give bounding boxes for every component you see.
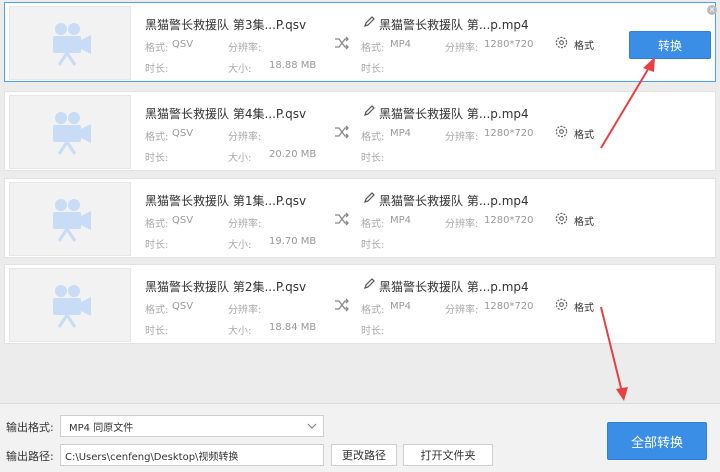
source-filename: 黑猫警长救援队 第1集...P.qsv: [145, 194, 307, 208]
output-format-value: MP4: [390, 128, 412, 139]
file-row[interactable]: 黑猫警长救援队 第2集...P.qsv 格式: QSV 分辨率: 时长: 大小: 18.84…: [4, 264, 716, 344]
gear-icon[interactable]: [554, 211, 569, 226]
gear-icon[interactable]: [554, 297, 569, 312]
source-duration-label: 时长:: [145, 64, 169, 75]
output-path-input[interactable]: [60, 444, 324, 466]
video-thumbnail: [9, 95, 131, 169]
source-duration-label: 时长:: [145, 153, 169, 164]
source-filename: 黑猫警长救援队 第4集...P.qsv: [145, 107, 307, 121]
source-resolution-label: 分辨率:: [228, 132, 262, 143]
settings-label[interactable]: 格式: [574, 126, 594, 141]
source-size-label: 大小:: [228, 64, 252, 75]
source-format-value: QSV: [172, 128, 194, 139]
pencil-icon[interactable]: [363, 104, 376, 117]
output-format-select[interactable]: MP4 同原文件: [60, 415, 324, 437]
settings-label[interactable]: 格式: [574, 37, 594, 52]
settings-label[interactable]: 格式: [574, 299, 594, 314]
output-filename[interactable]: 黑猫警长救援队 第...p.mp4: [379, 278, 529, 295]
output-path-label: 输出路径:: [6, 450, 54, 463]
output-resolution-label: 分辨率:: [445, 219, 479, 230]
shuffle-icon: [335, 125, 349, 139]
shuffle-icon: [335, 298, 349, 312]
output-resolution-value: 1280*720: [484, 301, 534, 312]
pencil-icon[interactable]: [363, 15, 376, 28]
source-resolution-label: 分辨率:: [228, 43, 262, 54]
shuffle-icon: [335, 36, 349, 50]
source-size-value: 19.70 MB: [269, 236, 317, 247]
video-thumbnail: [9, 268, 131, 342]
output-format-label: 格式:: [361, 43, 385, 54]
output-resolution-value: 1280*720: [484, 128, 534, 139]
settings-label[interactable]: 格式: [574, 213, 594, 228]
open-folder-button[interactable]: 打开文件夹: [403, 444, 493, 466]
output-format-label: 输出格式:: [6, 421, 54, 434]
gear-icon[interactable]: [554, 35, 569, 50]
output-duration-label: 时长:: [361, 64, 385, 75]
output-duration-label: 时长:: [361, 153, 385, 164]
source-format-value: QSV: [172, 301, 194, 312]
output-format-value: MP4: [390, 301, 412, 312]
video-camera-icon: [53, 199, 91, 242]
output-format-value: MP4: [390, 39, 412, 50]
file-row[interactable]: 黑猫警长救援队 第4集...P.qsv 格式: QSV 分辨率: 时长: 大小: 20.20…: [4, 91, 716, 171]
output-format-value: MP4 同原文件: [69, 422, 134, 434]
file-row[interactable]: 黑猫警长救援队 第3集...P.qsv 格式: QSV 分辨率: 时长: 大小: 18.88…: [4, 2, 717, 82]
source-size-value: 18.84 MB: [269, 322, 317, 333]
file-row[interactable]: 黑猫警长救援队 第1集...P.qsv 格式: QSV 分辨率: 时长: 大小: 19.70…: [4, 178, 716, 258]
source-filename: 黑猫警长救援队 第2集...P.qsv: [145, 280, 307, 294]
source-size-label: 大小:: [228, 153, 252, 164]
source-size-value: 18.88 MB: [269, 60, 317, 71]
video-thumbnail: [9, 182, 131, 256]
pencil-icon[interactable]: [363, 191, 376, 204]
output-duration-label: 时长:: [361, 326, 385, 337]
change-path-button[interactable]: 更改路径: [331, 444, 397, 466]
output-resolution-label: 分辨率:: [445, 132, 479, 143]
source-duration-label: 时长:: [145, 240, 169, 251]
output-duration-label: 时长:: [361, 240, 385, 251]
source-format-label: 格式:: [145, 43, 169, 54]
convert-all-button[interactable]: 全部转换: [607, 422, 707, 460]
source-duration-label: 时长:: [145, 326, 169, 337]
source-format-value: QSV: [172, 215, 194, 226]
output-resolution-value: 1280*720: [484, 39, 534, 50]
video-camera-icon: [53, 112, 91, 155]
output-format-value: MP4: [390, 215, 412, 226]
output-filename[interactable]: 黑猫警长救援队 第...p.mp4: [379, 16, 529, 33]
output-format-label: 格式:: [361, 305, 385, 316]
video-thumbnail: [9, 6, 131, 80]
source-format-label: 格式:: [145, 305, 169, 316]
gear-icon[interactable]: [554, 124, 569, 139]
bottom-bar: 输出格式: MP4 同原文件 输出路径: 更改路径 打开文件夹 全部转换: [0, 403, 720, 472]
source-resolution-label: 分辨率:: [228, 219, 262, 230]
pencil-icon[interactable]: [363, 277, 376, 290]
video-camera-icon: [53, 23, 91, 66]
source-format-label: 格式:: [145, 219, 169, 230]
source-format-value: QSV: [172, 39, 194, 50]
source-size-value: 20.20 MB: [269, 149, 317, 160]
convert-button[interactable]: 转换: [629, 31, 711, 59]
output-format-label: 格式:: [361, 132, 385, 143]
output-resolution-label: 分辨率:: [445, 305, 479, 316]
source-size-label: 大小:: [228, 240, 252, 251]
output-filename[interactable]: 黑猫警长救援队 第...p.mp4: [379, 192, 529, 209]
video-camera-icon: [53, 285, 91, 328]
output-resolution-value: 1280*720: [484, 215, 534, 226]
annotation-arrow-head: [616, 387, 628, 401]
chevron-down-icon: [307, 423, 317, 429]
source-resolution-label: 分辨率:: [228, 305, 262, 316]
source-filename: 黑猫警长救援队 第3集...P.qsv: [145, 18, 307, 32]
source-size-label: 大小:: [228, 326, 252, 337]
output-filename[interactable]: 黑猫警长救援队 第...p.mp4: [379, 105, 529, 122]
source-format-label: 格式:: [145, 132, 169, 143]
output-format-label: 格式:: [361, 219, 385, 230]
shuffle-icon: [335, 212, 349, 226]
close-icon[interactable]: ×: [707, 5, 717, 15]
output-resolution-label: 分辨率:: [445, 43, 479, 54]
